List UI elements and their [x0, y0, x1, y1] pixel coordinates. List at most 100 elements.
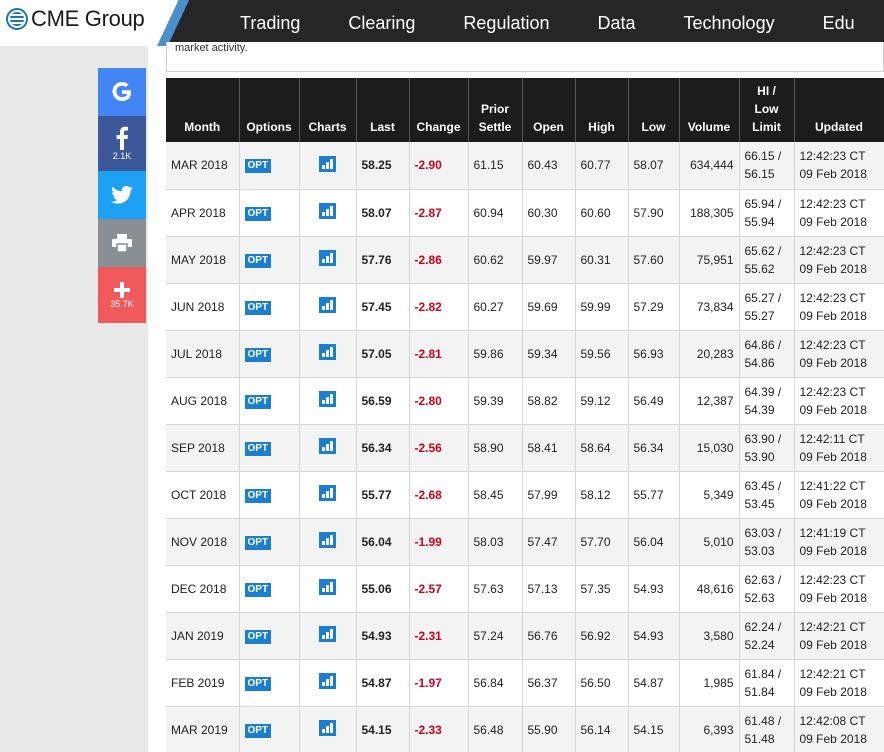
bar-chart-icon[interactable] — [319, 250, 336, 266]
bar-chart-icon[interactable] — [319, 485, 336, 501]
header-last[interactable]: Last — [356, 78, 410, 142]
bar-chart-icon[interactable] — [319, 344, 336, 360]
cell-charts — [299, 189, 357, 237]
hi-limit: 64.39 / — [744, 384, 782, 399]
opt-button[interactable]: OPT — [244, 441, 272, 456]
hi-limit: 61.48 / — [744, 713, 782, 728]
cell-last: 54.93 — [356, 612, 410, 660]
header-prior-settle[interactable]: Prior Settle — [468, 78, 523, 142]
cell-charts — [299, 283, 357, 331]
opt-button[interactable]: OPT — [244, 159, 272, 174]
cell-high: 57.35 — [575, 565, 629, 613]
opt-button[interactable]: OPT — [244, 629, 272, 644]
cell-updated: 12:41:19 CT 09 Feb 2018 — [794, 518, 884, 566]
updated-time: 12:42:23 CT — [799, 572, 866, 587]
cell-options: OPT — [239, 377, 300, 425]
cell-charts — [299, 236, 357, 284]
opt-button[interactable]: OPT — [244, 253, 272, 268]
header-low[interactable]: Low — [628, 78, 680, 142]
opt-button[interactable]: OPT — [244, 582, 272, 597]
top-nav-bar: CME Group Trading Clearing Regulation Da… — [0, 0, 884, 46]
cell-high: 56.50 — [575, 659, 629, 707]
updated-date: 09 Feb 2018 — [799, 637, 867, 652]
cell-change: -2.81 — [409, 330, 469, 378]
updated-time: 12:42:11 CT — [799, 431, 865, 446]
header-updated[interactable]: Updated — [794, 78, 884, 142]
nav-regulation[interactable]: Regulation — [463, 13, 549, 34]
bar-chart-icon[interactable] — [319, 626, 336, 642]
header-open[interactable]: Open — [522, 78, 576, 142]
table-row: DEC 2018 OPT 55.06 -2.57 57.63 57.13 57.35 54.9… — [166, 565, 884, 613]
opt-button[interactable]: OPT — [244, 676, 272, 691]
cell-charts — [299, 659, 357, 707]
bar-chart-icon[interactable] — [319, 297, 336, 313]
lo-limit: 53.90 — [744, 449, 775, 464]
nav-technology[interactable]: Technology — [684, 13, 775, 34]
opt-button[interactable]: OPT — [244, 488, 272, 503]
updated-date: 09 Feb 2018 — [799, 261, 867, 276]
opt-button[interactable]: OPT — [244, 535, 272, 550]
updated-date: 09 Feb 2018 — [799, 543, 867, 558]
cell-open: 59.34 — [522, 330, 576, 378]
header-volume[interactable]: Volume — [679, 78, 740, 142]
cell-month: DEC 2018 — [166, 565, 240, 613]
header-high[interactable]: High — [575, 78, 629, 142]
cell-prior-settle: 56.48 — [468, 706, 523, 752]
lo-limit: 52.24 — [744, 637, 775, 652]
more-share-button[interactable]: 35.7K — [98, 267, 146, 323]
cell-change: -2.90 — [409, 142, 469, 190]
hi-limit: 61.84 / — [744, 666, 782, 681]
header-hilo-limit[interactable]: HI / Low Limit — [739, 78, 795, 142]
opt-button[interactable]: OPT — [244, 723, 272, 738]
nav-trading[interactable]: Trading — [240, 13, 300, 34]
cell-month: MAR 2018 — [166, 142, 240, 190]
cell-last: 55.06 — [356, 565, 410, 613]
cell-high: 56.92 — [575, 612, 629, 660]
header-month[interactable]: Month — [166, 78, 240, 142]
cell-last: 54.15 — [356, 706, 410, 752]
cell-charts — [299, 142, 357, 190]
cell-change: -1.99 — [409, 518, 469, 566]
header-change[interactable]: Change — [409, 78, 469, 142]
bar-chart-icon[interactable] — [319, 673, 336, 689]
header-options[interactable]: Options — [239, 78, 300, 142]
bar-chart-icon[interactable] — [319, 579, 336, 595]
opt-button[interactable]: OPT — [244, 394, 272, 409]
print-button[interactable] — [98, 219, 146, 267]
twitter-share-button[interactable] — [98, 171, 146, 219]
bar-chart-icon[interactable] — [319, 438, 336, 454]
bar-chart-icon[interactable] — [319, 203, 336, 219]
bar-chart-icon[interactable] — [319, 532, 336, 548]
header-charts[interactable]: Charts — [299, 78, 357, 142]
cell-last: 57.45 — [356, 283, 410, 331]
table-row: OCT 2018 OPT 55.77 -2.68 58.45 57.99 58.12 55.7… — [166, 471, 884, 519]
cell-change: -2.33 — [409, 706, 469, 752]
cell-last: 57.05 — [356, 330, 410, 378]
updated-time: 12:42:21 CT — [799, 666, 866, 681]
cme-logo[interactable]: CME Group — [6, 6, 145, 32]
table-row: AUG 2018 OPT 56.59 -2.80 59.39 58.82 59.12 56.4… — [166, 377, 884, 425]
cell-month: AUG 2018 — [166, 377, 240, 425]
updated-time: 12:42:23 CT — [799, 384, 866, 399]
google-share-button[interactable] — [98, 68, 146, 116]
hi-limit: 62.63 / — [744, 572, 782, 587]
bar-chart-icon[interactable] — [319, 155, 336, 172]
nav-clearing[interactable]: Clearing — [348, 13, 415, 34]
opt-button[interactable]: OPT — [244, 300, 272, 315]
bar-chart-icon[interactable] — [319, 391, 336, 407]
cell-updated: 12:42:11 CT 09 Feb 2018 — [794, 424, 884, 472]
hi-limit: 62.24 / — [744, 619, 782, 634]
more-share-count: 35.7K — [110, 298, 134, 309]
opt-button[interactable]: OPT — [244, 347, 272, 362]
facebook-share-button[interactable]: 2.1K — [98, 116, 146, 171]
cell-hilo-limit: 62.63 / 52.63 — [739, 565, 795, 613]
lo-limit: 55.27 — [744, 308, 775, 323]
cell-updated: 12:42:23 CT 09 Feb 2018 — [794, 377, 884, 425]
cell-volume: 75,951 — [679, 236, 740, 284]
cell-low: 58.07 — [628, 142, 680, 190]
nav-data[interactable]: Data — [597, 13, 635, 34]
bar-chart-icon[interactable] — [319, 720, 336, 736]
opt-button[interactable]: OPT — [244, 206, 272, 221]
cell-prior-settle: 58.90 — [468, 424, 523, 472]
nav-education[interactable]: Edu — [823, 13, 855, 34]
